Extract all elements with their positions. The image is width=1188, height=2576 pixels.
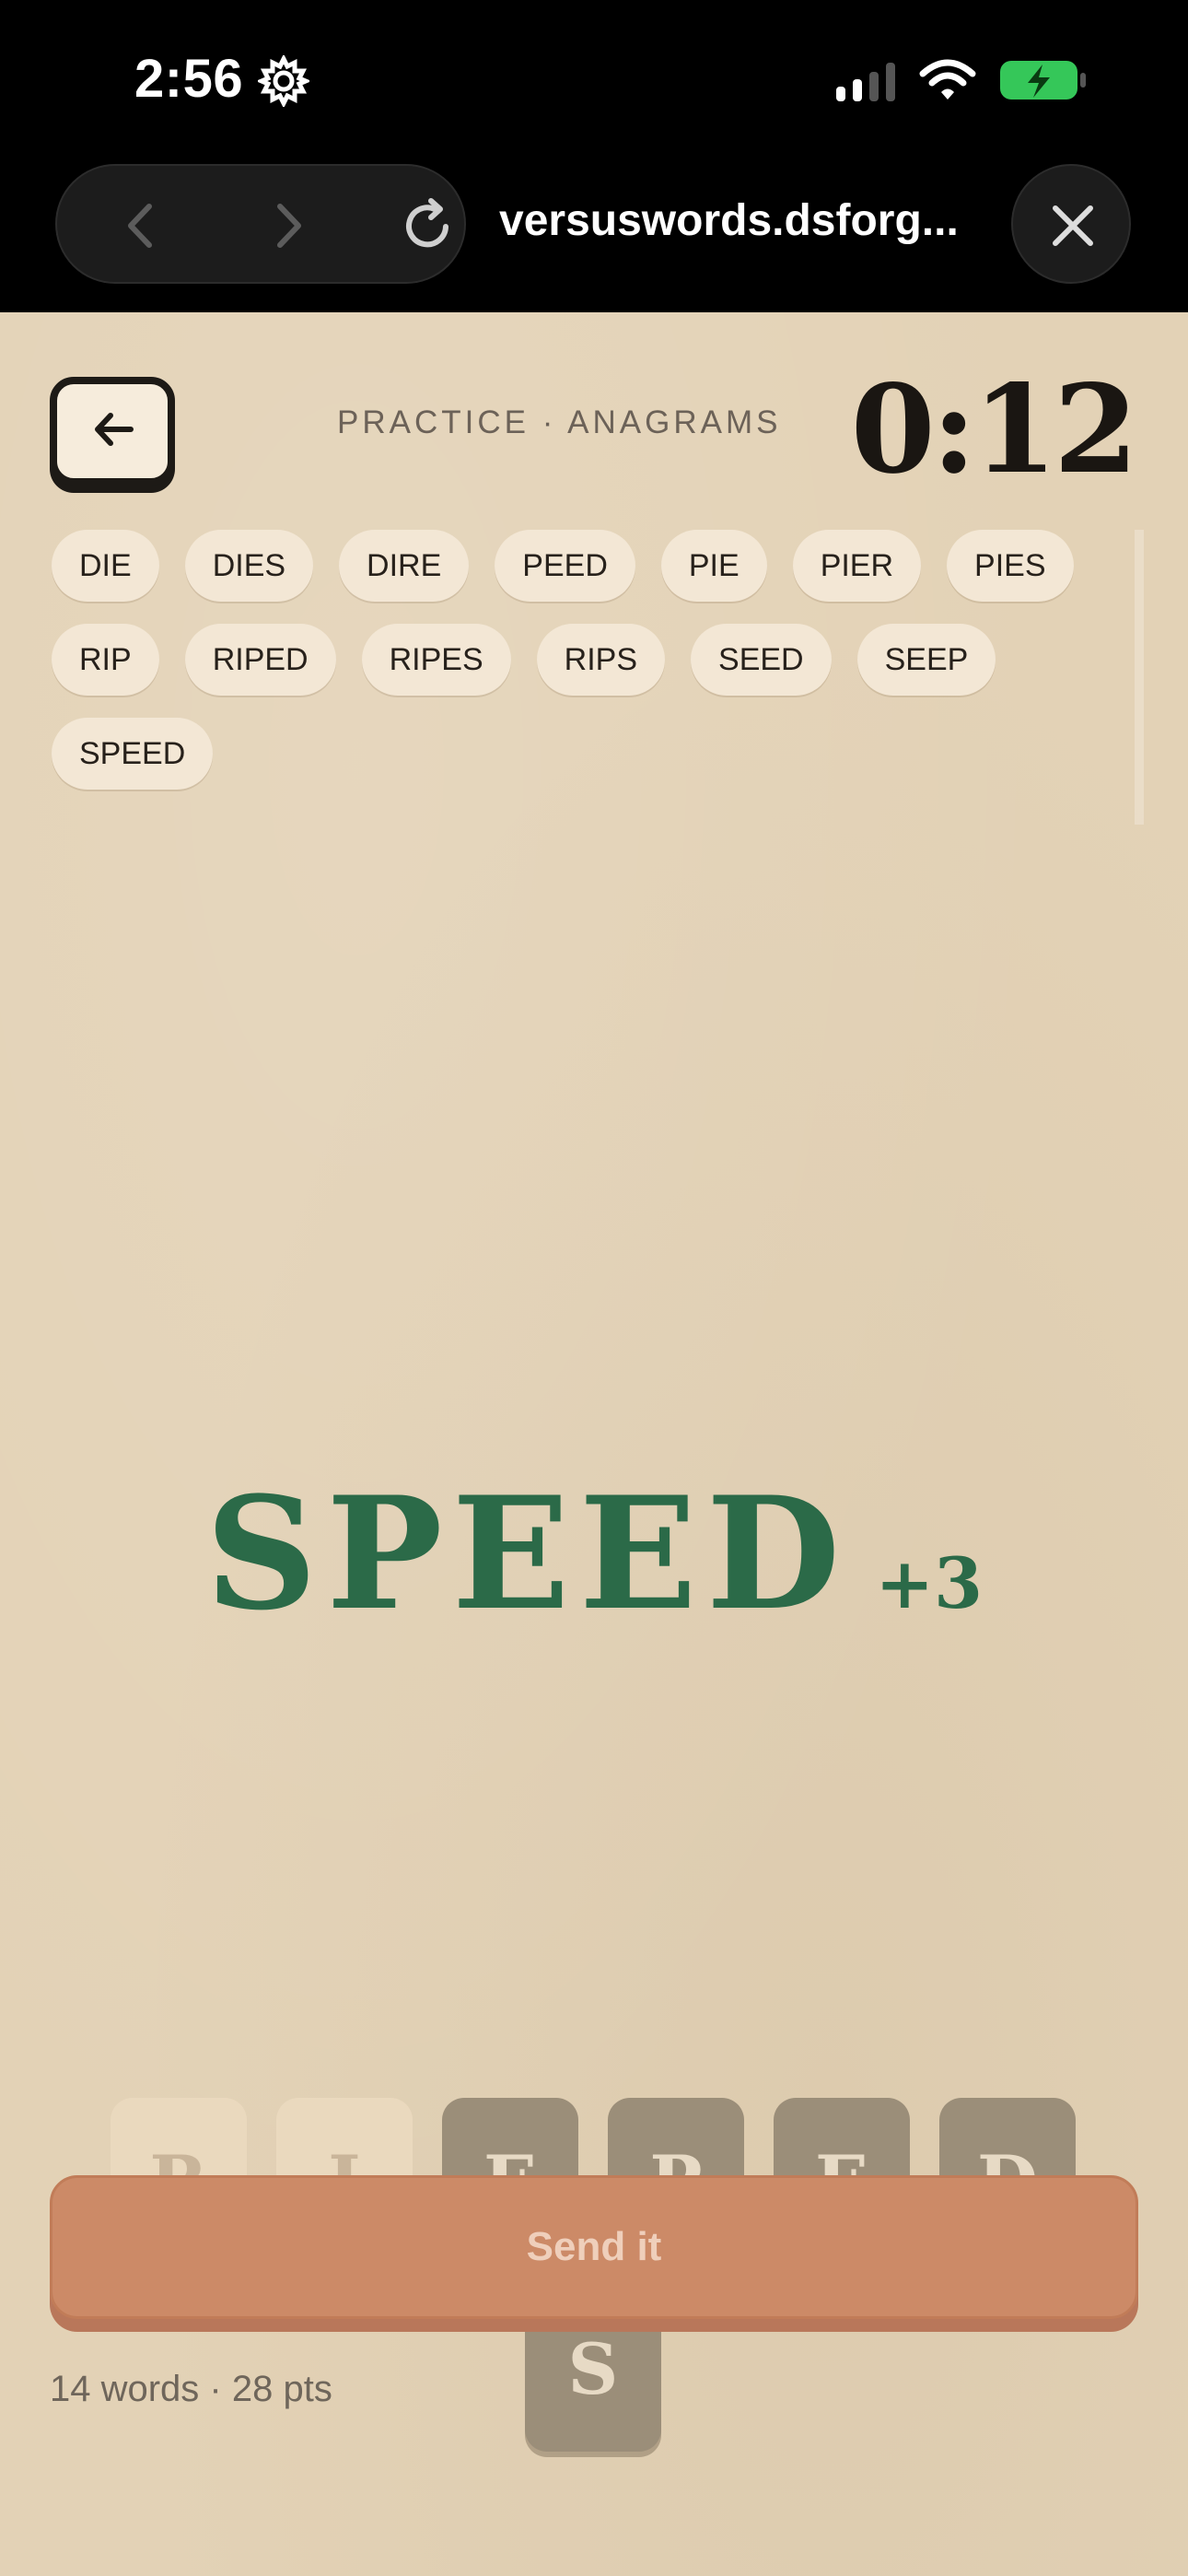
battery-charging-icon (1000, 61, 1086, 100)
reload-icon[interactable] (398, 195, 459, 256)
found-word-chip: SPEED (52, 718, 214, 790)
found-word-chip: PEED (495, 530, 635, 602)
signal-icon (836, 63, 895, 101)
forward-icon[interactable] (258, 195, 319, 256)
found-word-chip: DIES (184, 530, 314, 602)
current-word: SPEED (204, 1462, 850, 1645)
found-word-chip: DIRE (339, 530, 470, 602)
score-summary: 14 words · 28 pts (50, 2369, 332, 2409)
found-word-chip: SEED (691, 624, 832, 696)
arrow-left-icon (95, 413, 134, 446)
word-bonus: +3 (875, 1542, 983, 1624)
mode-label: PRACTICE · ANAGRAMS (337, 404, 782, 440)
close-button[interactable] (1011, 164, 1131, 284)
scroll-edge (1135, 530, 1144, 825)
back-button[interactable] (50, 377, 175, 486)
send-button-label: Send it (50, 2175, 1138, 2319)
found-word-chip: RIP (52, 624, 159, 696)
found-word-chip: SEEP (856, 624, 996, 696)
found-words-list: DIE DIES DIRE PEED PIE PIER PIES RIP RIP… (52, 530, 1147, 790)
browser-chrome: 2:56 versuswords.dsforg... (0, 0, 1188, 312)
current-word-display: SPEED +3 (0, 1462, 1188, 1645)
found-word-chip: RIPES (361, 624, 511, 696)
browser-nav-controls (55, 164, 466, 284)
send-button[interactable]: Send it (50, 2175, 1138, 2332)
found-word-chip: RIPS (536, 624, 666, 696)
found-word-chip: DIE (52, 530, 159, 602)
status-time: 2:56 (134, 49, 244, 109)
wifi-icon (919, 59, 976, 100)
close-icon (1053, 205, 1093, 246)
url-bar[interactable]: versuswords.dsforg... (499, 195, 996, 246)
found-word-chip: PIER (792, 530, 922, 602)
back-icon[interactable] (111, 195, 171, 256)
game-page: PRACTICE · ANAGRAMS 0:12 DIE DIES DIRE P… (0, 312, 1188, 2576)
found-word-chip: PIE (660, 530, 767, 602)
found-word-chip: PIES (947, 530, 1074, 602)
gear-icon (258, 55, 309, 107)
found-word-chip: RIPED (184, 624, 336, 696)
timer: 0:12 (850, 358, 1138, 501)
